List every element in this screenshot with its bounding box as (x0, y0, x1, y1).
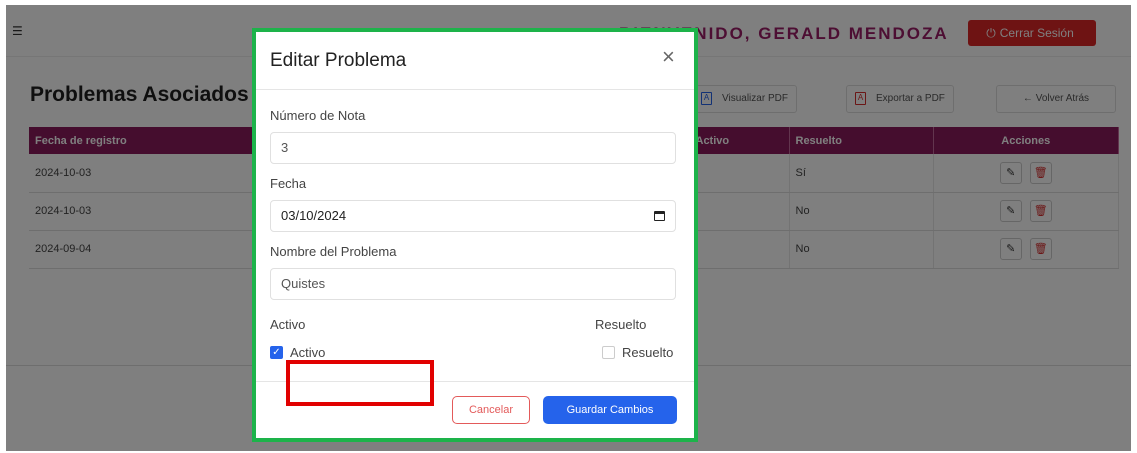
divider (256, 89, 694, 90)
resuelto-checkbox-label[interactable]: Resuelto (622, 345, 673, 360)
save-button-highlight-frame (286, 360, 434, 406)
nota-input[interactable]: 3 (270, 132, 676, 164)
nota-label: Número de Nota (270, 108, 366, 123)
cancel-button[interactable]: Cancelar (452, 396, 530, 424)
close-icon[interactable]: × (662, 46, 675, 68)
fecha-value: 03/10/2024 (281, 208, 347, 223)
activo-heading: Activo (270, 317, 306, 332)
activo-checkbox[interactable]: ✓ (270, 346, 283, 359)
modal-title: Editar Problema (270, 50, 407, 71)
resuelto-checkbox[interactable] (602, 346, 615, 359)
nombre-value: Quistes (281, 276, 326, 291)
nota-value: 3 (281, 140, 289, 155)
fecha-input[interactable]: 03/10/2024 (270, 200, 676, 232)
save-changes-button[interactable]: Guardar Cambios (543, 396, 677, 424)
app-root: ☰ BIENVENIDO, GERALD MENDOZA ⏻Cerrar Ses… (6, 5, 1131, 451)
resuelto-heading: Resuelto (595, 317, 647, 332)
nombre-label: Nombre del Problema (270, 244, 397, 259)
activo-checkbox-label[interactable]: Activo (290, 345, 325, 360)
nombre-input[interactable]: Quistes (270, 268, 676, 300)
calendar-icon[interactable] (654, 211, 665, 221)
fecha-label: Fecha (270, 176, 307, 191)
